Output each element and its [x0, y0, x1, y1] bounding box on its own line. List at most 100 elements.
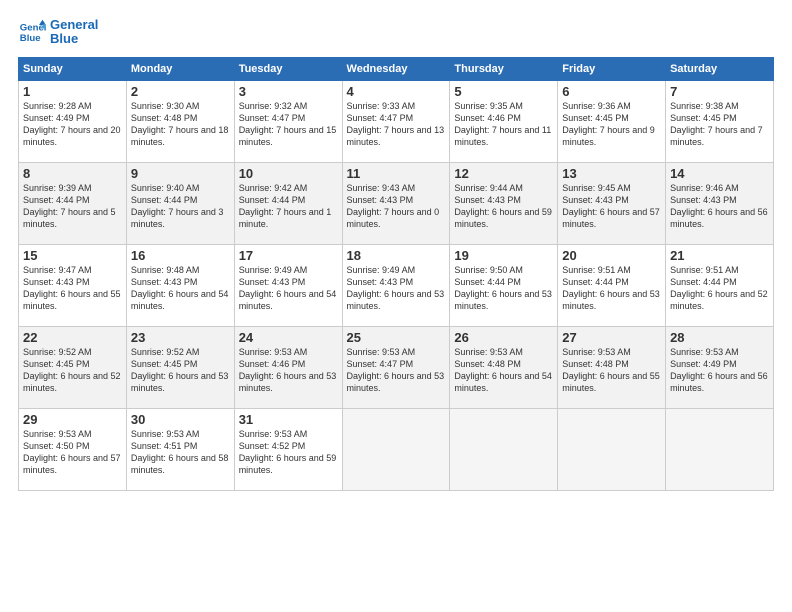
- day-number: 13: [562, 166, 661, 181]
- calendar-cell: 1 Sunrise: 9:28 AMSunset: 4:49 PMDaylight…: [19, 80, 127, 162]
- day-number: 19: [454, 248, 553, 263]
- calendar-cell: 17 Sunrise: 9:49 AMSunset: 4:43 PMDayligh…: [234, 244, 342, 326]
- cell-info: Sunrise: 9:36 AMSunset: 4:45 PMDaylight:…: [562, 101, 655, 147]
- day-number: 10: [239, 166, 338, 181]
- cell-info: Sunrise: 9:43 AMSunset: 4:43 PMDaylight:…: [347, 183, 440, 229]
- day-number: 27: [562, 330, 661, 345]
- calendar-cell: 21Sunrise: 9:51 AMSunset: 4:44 PMDayligh…: [666, 244, 774, 326]
- day-number: 17: [239, 248, 338, 263]
- col-header-tuesday: Tuesday: [234, 57, 342, 80]
- cell-info: Sunrise: 9:53 AMSunset: 4:49 PMDaylight:…: [670, 347, 768, 393]
- calendar-cell: 23Sunrise: 9:52 AMSunset: 4:45 PMDayligh…: [126, 326, 234, 408]
- day-number: 25: [347, 330, 446, 345]
- cell-info: Sunrise: 9:51 AMSunset: 4:44 PMDaylight:…: [562, 265, 660, 311]
- day-number: 7: [670, 84, 769, 99]
- day-number: 11: [347, 166, 446, 181]
- day-number: 18: [347, 248, 446, 263]
- cell-info: Sunrise: 9:39 AMSunset: 4:44 PMDaylight:…: [23, 183, 116, 229]
- calendar-cell: 13 Sunrise: 9:45 AMSunset: 4:43 PMDayligh…: [558, 162, 666, 244]
- calendar-cell: 28 Sunrise: 9:53 AMSunset: 4:49 PMDayligh…: [666, 326, 774, 408]
- cell-info: Sunrise: 9:42 AMSunset: 4:44 PMDaylight:…: [239, 183, 332, 229]
- svg-text:Blue: Blue: [20, 33, 41, 44]
- week-row-2: 8Sunrise: 9:39 AMSunset: 4:44 PMDaylight…: [19, 162, 774, 244]
- cell-info: Sunrise: 9:44 AMSunset: 4:43 PMDaylight:…: [454, 183, 552, 229]
- calendar-cell: [558, 408, 666, 490]
- cell-info: Sunrise: 9:46 AMSunset: 4:43 PMDaylight:…: [670, 183, 768, 229]
- logo-general: General: [50, 18, 98, 32]
- calendar-cell: 2 Sunrise: 9:30 AMSunset: 4:48 PMDaylight…: [126, 80, 234, 162]
- col-header-wednesday: Wednesday: [342, 57, 450, 80]
- cell-info: Sunrise: 9:53 AMSunset: 4:52 PMDaylight:…: [239, 429, 337, 475]
- calendar-cell: 11 Sunrise: 9:43 AMSunset: 4:43 PMDayligh…: [342, 162, 450, 244]
- day-number: 30: [131, 412, 230, 427]
- calendar-cell: 29Sunrise: 9:53 AMSunset: 4:50 PMDayligh…: [19, 408, 127, 490]
- day-number: 29: [23, 412, 122, 427]
- calendar-cell: 10 Sunrise: 9:42 AMSunset: 4:44 PMDayligh…: [234, 162, 342, 244]
- calendar-cell: 12 Sunrise: 9:44 AMSunset: 4:43 PMDayligh…: [450, 162, 558, 244]
- day-number: 21: [670, 248, 769, 263]
- cell-info: Sunrise: 9:49 AMSunset: 4:43 PMDaylight:…: [347, 265, 445, 311]
- calendar-cell: 4 Sunrise: 9:33 AMSunset: 4:47 PMDaylight…: [342, 80, 450, 162]
- cell-info: Sunrise: 9:28 AMSunset: 4:49 PMDaylight:…: [23, 101, 121, 147]
- day-number: 20: [562, 248, 661, 263]
- day-number: 1: [23, 84, 122, 99]
- calendar-cell: 14 Sunrise: 9:46 AMSunset: 4:43 PMDayligh…: [666, 162, 774, 244]
- calendar-cell: 20 Sunrise: 9:51 AMSunset: 4:44 PMDayligh…: [558, 244, 666, 326]
- calendar-cell: 8Sunrise: 9:39 AMSunset: 4:44 PMDaylight…: [19, 162, 127, 244]
- calendar-cell: 19 Sunrise: 9:50 AMSunset: 4:44 PMDayligh…: [450, 244, 558, 326]
- cell-info: Sunrise: 9:53 AMSunset: 4:47 PMDaylight:…: [347, 347, 445, 393]
- cell-info: Sunrise: 9:53 AMSunset: 4:48 PMDaylight:…: [562, 347, 660, 393]
- calendar-header-row: SundayMondayTuesdayWednesdayThursdayFrid…: [19, 57, 774, 80]
- calendar-cell: 25 Sunrise: 9:53 AMSunset: 4:47 PMDayligh…: [342, 326, 450, 408]
- day-number: 2: [131, 84, 230, 99]
- cell-info: Sunrise: 9:30 AMSunset: 4:48 PMDaylight:…: [131, 101, 229, 147]
- cell-info: Sunrise: 9:50 AMSunset: 4:44 PMDaylight:…: [454, 265, 552, 311]
- cell-info: Sunrise: 9:38 AMSunset: 4:45 PMDaylight:…: [670, 101, 763, 147]
- calendar-body: 1 Sunrise: 9:28 AMSunset: 4:49 PMDaylight…: [19, 80, 774, 490]
- day-number: 12: [454, 166, 553, 181]
- day-number: 9: [131, 166, 230, 181]
- day-number: 26: [454, 330, 553, 345]
- logo-icon: General Blue: [18, 18, 46, 46]
- cell-info: Sunrise: 9:52 AMSunset: 4:45 PMDaylight:…: [23, 347, 121, 393]
- col-header-sunday: Sunday: [19, 57, 127, 80]
- calendar-cell: 3Sunrise: 9:32 AMSunset: 4:47 PMDaylight…: [234, 80, 342, 162]
- week-row-4: 22Sunrise: 9:52 AMSunset: 4:45 PMDayligh…: [19, 326, 774, 408]
- calendar-table: SundayMondayTuesdayWednesdayThursdayFrid…: [18, 57, 774, 491]
- header: General Blue General Blue: [18, 18, 774, 47]
- calendar-cell: 22Sunrise: 9:52 AMSunset: 4:45 PMDayligh…: [19, 326, 127, 408]
- calendar-cell: 24 Sunrise: 9:53 AMSunset: 4:46 PMDayligh…: [234, 326, 342, 408]
- calendar-cell: 16 Sunrise: 9:48 AMSunset: 4:43 PMDayligh…: [126, 244, 234, 326]
- day-number: 15: [23, 248, 122, 263]
- cell-info: Sunrise: 9:33 AMSunset: 4:47 PMDaylight:…: [347, 101, 445, 147]
- cell-info: Sunrise: 9:32 AMSunset: 4:47 PMDaylight:…: [239, 101, 337, 147]
- calendar-cell: 6 Sunrise: 9:36 AMSunset: 4:45 PMDaylight…: [558, 80, 666, 162]
- day-number: 28: [670, 330, 769, 345]
- week-row-1: 1 Sunrise: 9:28 AMSunset: 4:49 PMDaylight…: [19, 80, 774, 162]
- col-header-monday: Monday: [126, 57, 234, 80]
- cell-info: Sunrise: 9:53 AMSunset: 4:46 PMDaylight:…: [239, 347, 337, 393]
- calendar-cell: 15Sunrise: 9:47 AMSunset: 4:43 PMDayligh…: [19, 244, 127, 326]
- week-row-5: 29Sunrise: 9:53 AMSunset: 4:50 PMDayligh…: [19, 408, 774, 490]
- day-number: 24: [239, 330, 338, 345]
- cell-info: Sunrise: 9:49 AMSunset: 4:43 PMDaylight:…: [239, 265, 337, 311]
- day-number: 4: [347, 84, 446, 99]
- calendar-cell: 30 Sunrise: 9:53 AMSunset: 4:51 PMDayligh…: [126, 408, 234, 490]
- cell-info: Sunrise: 9:53 AMSunset: 4:51 PMDaylight:…: [131, 429, 229, 475]
- col-header-saturday: Saturday: [666, 57, 774, 80]
- col-header-friday: Friday: [558, 57, 666, 80]
- calendar-cell: 31Sunrise: 9:53 AMSunset: 4:52 PMDayligh…: [234, 408, 342, 490]
- day-number: 6: [562, 84, 661, 99]
- day-number: 16: [131, 248, 230, 263]
- calendar-cell: 18 Sunrise: 9:49 AMSunset: 4:43 PMDayligh…: [342, 244, 450, 326]
- cell-info: Sunrise: 9:48 AMSunset: 4:43 PMDaylight:…: [131, 265, 229, 311]
- calendar-cell: 7 Sunrise: 9:38 AMSunset: 4:45 PMDaylight…: [666, 80, 774, 162]
- day-number: 14: [670, 166, 769, 181]
- calendar-cell: [666, 408, 774, 490]
- calendar-cell: 5Sunrise: 9:35 AMSunset: 4:46 PMDaylight…: [450, 80, 558, 162]
- cell-info: Sunrise: 9:45 AMSunset: 4:43 PMDaylight:…: [562, 183, 660, 229]
- calendar-page: General Blue General Blue SundayMondayTu…: [0, 0, 792, 612]
- calendar-cell: 27 Sunrise: 9:53 AMSunset: 4:48 PMDayligh…: [558, 326, 666, 408]
- day-number: 23: [131, 330, 230, 345]
- logo-blue: Blue: [50, 32, 98, 46]
